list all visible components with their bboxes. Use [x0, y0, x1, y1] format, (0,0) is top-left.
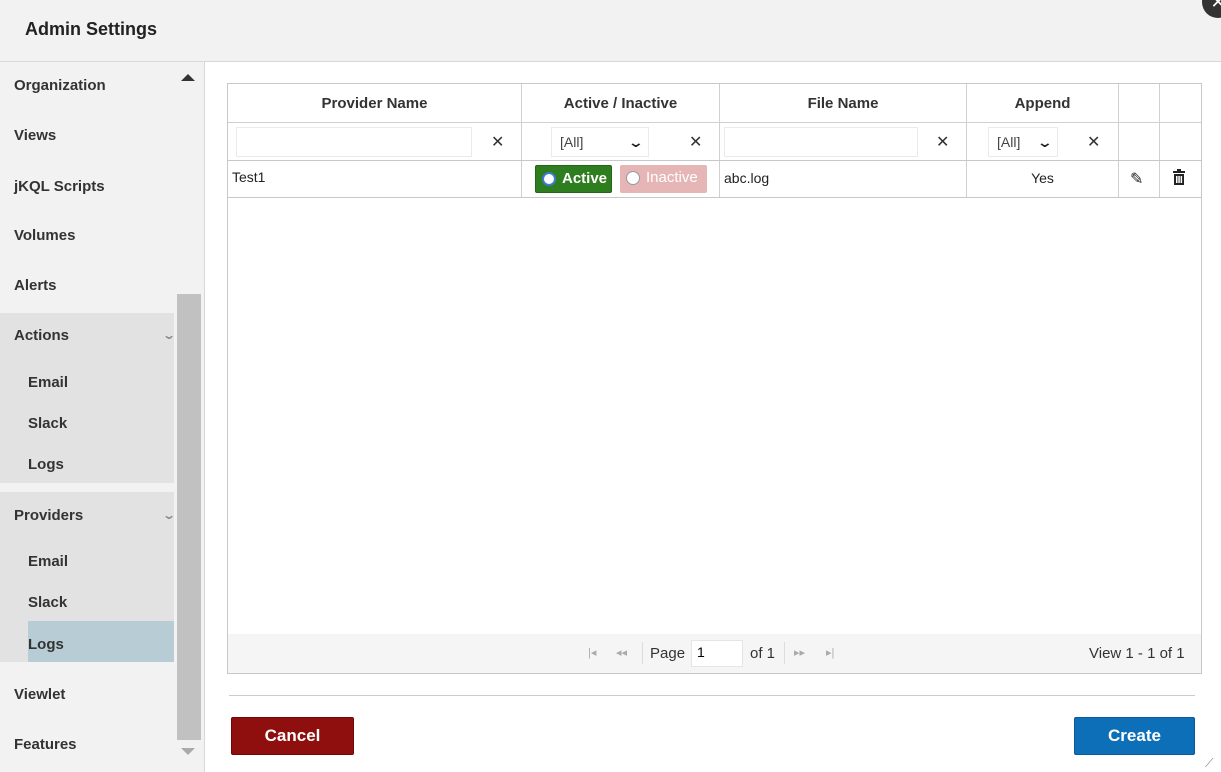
page-count: of 1 [750, 645, 776, 662]
column-header-edit [1119, 84, 1160, 122]
append-value: Yes [1031, 170, 1054, 186]
active-label: Active [562, 170, 608, 187]
active-toggle-button[interactable]: Active [535, 165, 612, 193]
column-header-provider-name[interactable]: Provider Name [228, 84, 522, 122]
sidebar-item-label: Providers [14, 507, 84, 524]
sidebar-item-organization[interactable]: Organization [0, 77, 174, 94]
status-filter-select[interactable]: [All] ⌄ [551, 127, 649, 157]
sidebar-item-actions-slack[interactable]: Slack [0, 415, 174, 432]
file-name-value: abc.log [724, 170, 770, 186]
sidebar-item-actions-logs[interactable]: Logs [0, 456, 174, 473]
filter-cell-provider-name: ✕ [228, 123, 522, 160]
sidebar: Organization Views jKQL Scripts Volumes … [0, 62, 205, 772]
chevron-down-icon: ⌄ [1036, 134, 1054, 150]
sidebar-item-actions-email[interactable]: Email [0, 374, 174, 391]
cell-file-name: abc.log [720, 161, 967, 197]
pencil-icon[interactable]: ✎ [1130, 169, 1143, 189]
table-row[interactable]: Test1 Active Inactive abc.log Yes ✎ [228, 161, 1201, 198]
sidebar-item-label: Actions [14, 327, 70, 344]
column-header-file-name[interactable]: File Name [720, 84, 967, 122]
trash-icon[interactable] [1172, 169, 1186, 190]
sidebar-item-providers-logs[interactable]: Logs [0, 636, 174, 653]
chevron-down-icon: ⌄ [161, 328, 177, 342]
resize-handle-icon[interactable]: ⟋ [1205, 756, 1213, 771]
filter-cell-file-name: ✕ [720, 123, 967, 160]
first-page-icon[interactable]: |◂ [588, 646, 596, 659]
prev-page-icon[interactable]: ◂◂ [616, 646, 627, 659]
radio-unchecked-icon [626, 171, 640, 185]
append-filter-value: [All] [997, 134, 1021, 150]
clear-filter-icon[interactable]: ✕ [491, 132, 504, 152]
sidebar-item-viewlet[interactable]: Viewlet [0, 686, 174, 703]
scroll-down-icon[interactable] [181, 748, 195, 755]
create-button[interactable]: Create [1074, 717, 1195, 755]
chevron-down-icon: ⌄ [627, 134, 645, 150]
append-filter-select[interactable]: [All] ⌄ [988, 127, 1058, 157]
next-page-icon[interactable]: ▸▸ [794, 646, 805, 659]
clear-filter-icon[interactable]: ✕ [936, 132, 949, 152]
inactive-label: Inactive [646, 169, 698, 186]
column-header-append[interactable]: Append [967, 84, 1119, 122]
column-header-label: Provider Name [321, 95, 428, 112]
sidebar-item-providers-slack[interactable]: Slack [0, 594, 174, 611]
column-header-label: File Name [807, 95, 879, 112]
sidebar-item-views[interactable]: Views [0, 127, 174, 144]
sidebar-item-providers-email[interactable]: Email [0, 553, 174, 570]
providers-grid: Provider Name Active / Inactive File Nam… [227, 83, 1202, 674]
radio-checked-icon [542, 172, 556, 186]
scrollbar-thumb[interactable] [177, 294, 201, 740]
chevron-down-icon: ⌄ [161, 508, 177, 522]
filter-cell-append: [All] ⌄ ✕ [967, 123, 1119, 160]
column-header-label: Active / Inactive [563, 95, 678, 112]
footer-divider [229, 695, 1195, 696]
page-number-input[interactable]: 1 [691, 640, 743, 667]
filter-cell-status: [All] ⌄ ✕ [522, 123, 720, 160]
inactive-toggle-button[interactable]: Inactive [620, 165, 707, 193]
column-header-label: Append [1014, 95, 1071, 112]
filter-cell-empty [1119, 123, 1160, 160]
filter-cell-empty [1160, 123, 1201, 160]
status-filter-value: [All] [560, 134, 584, 150]
grid-filter-row: ✕ [All] ⌄ ✕ ✕ [All] ⌄ ✕ [228, 123, 1201, 161]
sidebar-item-features[interactable]: Features [0, 736, 174, 753]
sidebar-item-jkql-scripts[interactable]: jKQL Scripts [0, 178, 174, 195]
pager-separator [642, 642, 643, 664]
admin-settings-dialog: Admin Settings ✕ Organization Views jKQL… [0, 0, 1221, 772]
cell-status: Active Inactive [522, 161, 720, 197]
file-name-filter-input[interactable] [724, 127, 918, 157]
column-header-active-inactive[interactable]: Active / Inactive [522, 84, 720, 122]
cell-edit: ✎ [1119, 161, 1160, 197]
page-label: Page [650, 645, 686, 662]
scroll-up-icon[interactable] [181, 74, 195, 81]
dialog-title: Admin Settings [25, 19, 158, 39]
cell-append: Yes [967, 161, 1119, 197]
view-records-label: View 1 - 1 of 1 [1089, 645, 1185, 662]
grid-pager: |◂ ◂◂ Page 1 of 1 ▸▸ ▸| View 1 - 1 of 1 [228, 634, 1201, 673]
sidebar-item-actions[interactable]: Actions ⌄ [0, 327, 177, 344]
clear-filter-icon[interactable]: ✕ [1087, 132, 1100, 152]
provider-name-filter-input[interactable] [236, 127, 472, 157]
last-page-icon[interactable]: ▸| [826, 646, 834, 659]
close-icon[interactable]: ✕ [1202, 0, 1221, 18]
sidebar-item-volumes[interactable]: Volumes [0, 227, 174, 244]
clear-filter-icon[interactable]: ✕ [689, 132, 702, 152]
column-header-delete [1160, 84, 1201, 122]
sidebar-item-providers[interactable]: Providers ⌄ [0, 507, 177, 524]
sidebar-item-alerts[interactable]: Alerts [0, 277, 174, 294]
provider-name-value: Test1 [232, 169, 266, 185]
cancel-button[interactable]: Cancel [231, 717, 354, 755]
grid-header: Provider Name Active / Inactive File Nam… [228, 84, 1201, 123]
cell-delete [1160, 161, 1201, 197]
pager-separator [784, 642, 785, 664]
dialog-header: Admin Settings ✕ [0, 0, 1221, 62]
cell-provider-name: Test1 [228, 161, 522, 197]
